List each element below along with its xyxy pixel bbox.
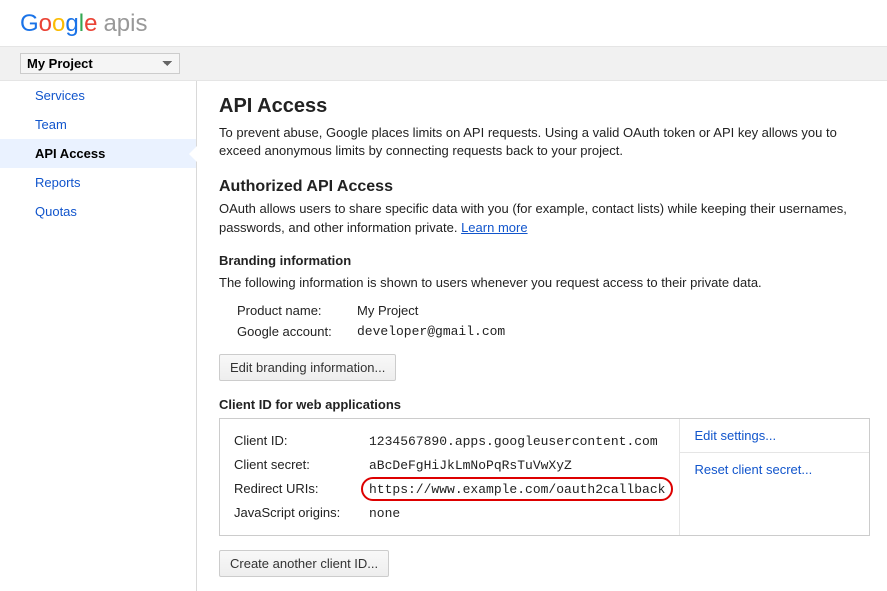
product-name-value: My Project bbox=[357, 303, 418, 318]
js-origins-label: JavaScript origins: bbox=[234, 505, 369, 520]
main-content: API Access To prevent abuse, Google plac… bbox=[197, 81, 887, 591]
authorized-text: OAuth allows users to share specific dat… bbox=[219, 200, 870, 236]
redirect-uris-label: Redirect URIs: bbox=[234, 481, 369, 496]
redirect-uris-value: https://www.example.com/oauth2callback bbox=[369, 482, 665, 497]
sidebar-item-api-access[interactable]: API Access bbox=[0, 139, 196, 168]
sidebar-item-quotas[interactable]: Quotas bbox=[0, 197, 196, 226]
reset-client-secret-link[interactable]: Reset client secret... bbox=[680, 453, 869, 486]
branding-heading: Branding information bbox=[219, 253, 870, 268]
sidebar-item-team[interactable]: Team bbox=[0, 110, 196, 139]
branding-text: The following information is shown to us… bbox=[219, 274, 870, 292]
sidebar: Services Team API Access Reports Quotas bbox=[0, 81, 197, 591]
page-title: API Access bbox=[219, 95, 870, 118]
authorized-heading: Authorized API Access bbox=[219, 178, 870, 196]
client-secret-label: Client secret: bbox=[234, 457, 369, 472]
branding-info: Product name: My Project Google account:… bbox=[237, 300, 870, 342]
google-account-label: Google account: bbox=[237, 324, 357, 339]
learn-more-link[interactable]: Learn more bbox=[461, 220, 527, 235]
js-origins-value: none bbox=[369, 506, 400, 521]
client-id-box: Client ID: 1234567890.apps.googleusercon… bbox=[219, 418, 870, 536]
project-bar: My Project bbox=[0, 46, 887, 81]
sidebar-item-reports[interactable]: Reports bbox=[0, 168, 196, 197]
edit-branding-button[interactable]: Edit branding information... bbox=[219, 354, 396, 381]
client-id-value: 1234567890.apps.googleusercontent.com bbox=[369, 434, 658, 449]
client-id-label: Client ID: bbox=[234, 433, 369, 448]
intro-text: To prevent abuse, Google places limits o… bbox=[219, 124, 870, 160]
logo-bar: Googleapis bbox=[0, 0, 887, 46]
client-id-heading: Client ID for web applications bbox=[219, 397, 870, 412]
product-name-label: Product name: bbox=[237, 303, 357, 318]
google-account-value: developer@gmail.com bbox=[357, 324, 505, 339]
create-client-id-button[interactable]: Create another client ID... bbox=[219, 550, 389, 577]
google-logo: Googleapis bbox=[20, 10, 147, 37]
edit-settings-link[interactable]: Edit settings... bbox=[680, 419, 869, 453]
client-secret-value: aBcDeFgHiJkLmNoPqRsTuVwXyZ bbox=[369, 458, 572, 473]
apis-suffix: apis bbox=[103, 10, 147, 37]
project-select[interactable]: My Project bbox=[20, 53, 180, 74]
sidebar-item-services[interactable]: Services bbox=[0, 81, 196, 110]
